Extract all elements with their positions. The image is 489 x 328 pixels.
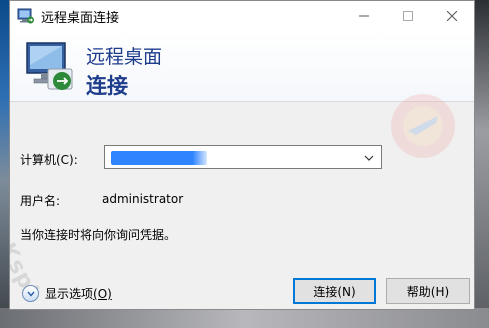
- computer-value-redacted[interactable]: [111, 151, 207, 165]
- show-options-text: 显示选项: [45, 287, 94, 301]
- computer-label: 计算机(C):: [20, 153, 78, 167]
- window-controls: [342, 1, 474, 31]
- close-button[interactable]: [430, 1, 474, 31]
- remote-desktop-window: 远程桌面连接 远程桌面 连接 Kspi 计算机(C): 用户名: adminis…: [9, 0, 475, 310]
- desktop-background-right: [475, 0, 489, 328]
- header-title: 远程桌面: [86, 46, 163, 68]
- window-title: 远程桌面连接: [41, 10, 120, 26]
- chevron-down-icon[interactable]: [363, 152, 375, 164]
- watermark-logo-icon: [391, 94, 455, 158]
- credentials-note: 当你连接时将向你询问凭据。: [20, 228, 177, 242]
- desktop-background-bottom: [0, 308, 489, 328]
- show-options-label[interactable]: 显示选项(O): [45, 285, 112, 302]
- remote-desktop-logo-icon: [26, 42, 73, 90]
- header-subtitle: 连接: [86, 74, 128, 98]
- computer-combobox[interactable]: [104, 145, 382, 169]
- username-label: 用户名:: [20, 194, 61, 208]
- show-options-toggle[interactable]: 显示选项(O): [22, 285, 112, 302]
- maximize-icon: [403, 11, 413, 21]
- minimize-icon: [359, 15, 369, 17]
- close-icon: [447, 11, 457, 21]
- show-options-hotkey: (O): [93, 287, 112, 301]
- connect-button[interactable]: 连接(N): [293, 278, 376, 304]
- maximize-button[interactable]: [386, 1, 430, 31]
- help-button[interactable]: 帮助(H): [386, 278, 470, 304]
- expand-down-icon[interactable]: [22, 285, 39, 302]
- username-value: administrator: [102, 192, 184, 206]
- remote-desktop-icon: [17, 8, 34, 24]
- desktop-background-left: [0, 0, 9, 328]
- title-bar: 远程桌面连接: [10, 1, 474, 31]
- minimize-button[interactable]: [342, 1, 386, 31]
